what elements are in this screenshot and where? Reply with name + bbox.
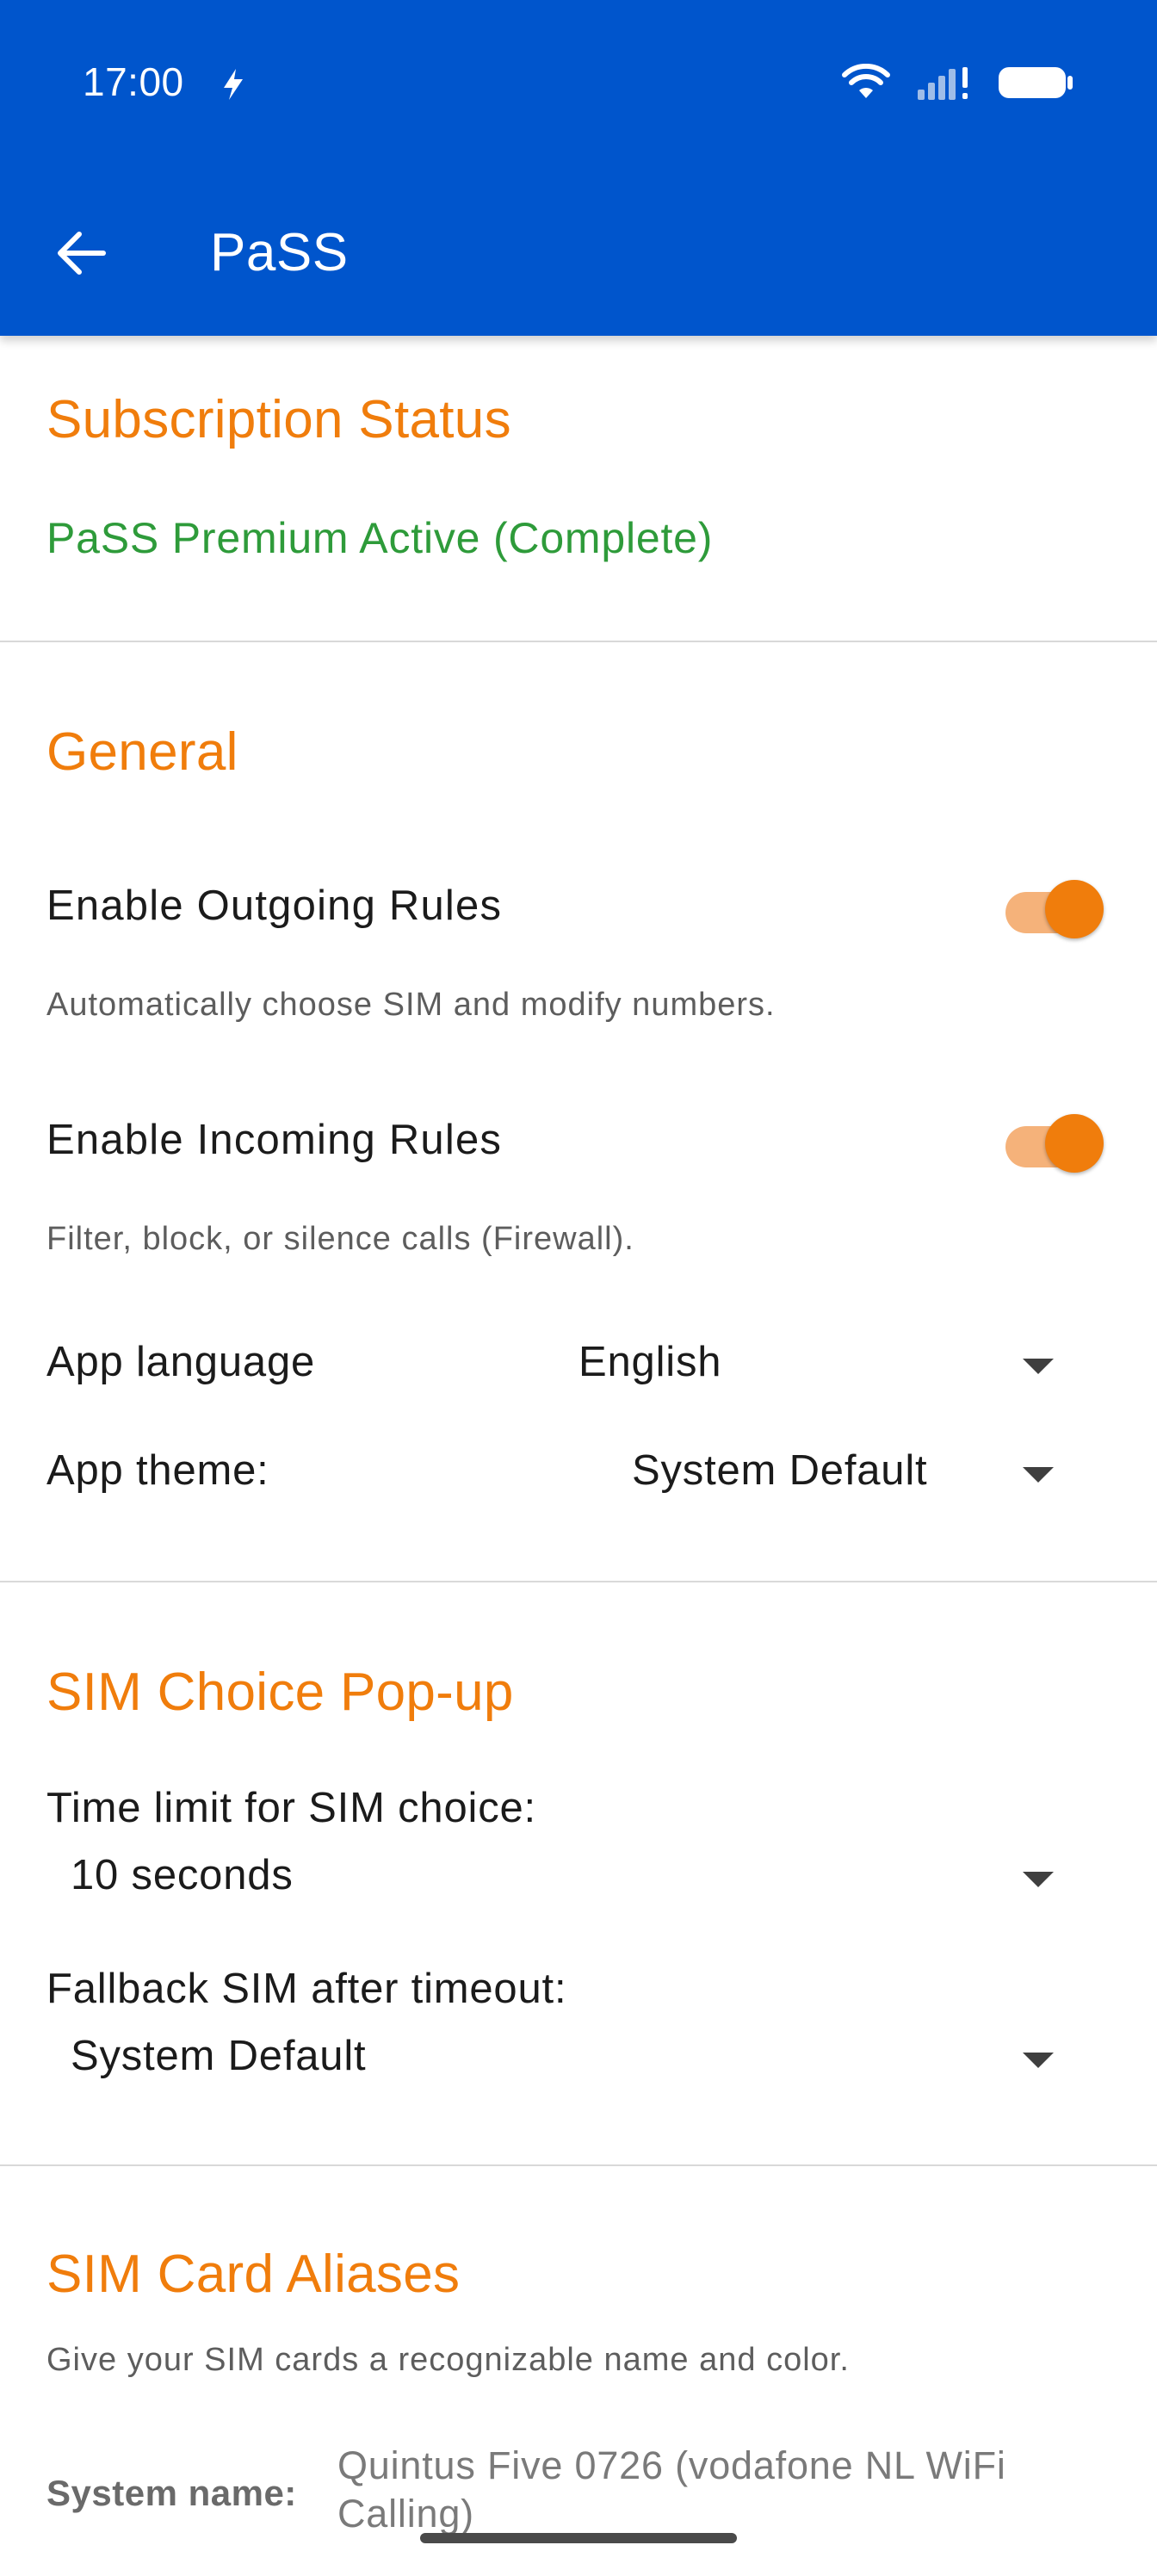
app-theme-label: App theme: — [46, 1447, 269, 1494]
chevron-down-icon[interactable] — [1023, 1467, 1054, 1483]
subscription-section-title: Subscription Status — [46, 390, 511, 449]
general-section-title: General — [46, 722, 238, 782]
system-name-label: System name: — [46, 2473, 297, 2513]
incoming-rules-description: Filter, block, or silence calls (Firewal… — [46, 1221, 634, 1257]
time-limit-select[interactable]: 10 seconds — [71, 1851, 294, 1899]
divider — [0, 641, 1157, 642]
toggle-thumb — [1045, 1114, 1104, 1173]
sim-popup-section-title: SIM Choice Pop-up — [46, 1663, 514, 1722]
app-language-select[interactable]: English — [578, 1338, 721, 1386]
status-time: 17:00 — [83, 59, 184, 104]
app-theme-select[interactable]: System Default — [632, 1446, 927, 1495]
signal-icon — [916, 64, 971, 106]
outgoing-rules-description: Automatically choose SIM and modify numb… — [46, 987, 776, 1023]
app-title: PaSS — [210, 223, 349, 282]
outgoing-rules-toggle[interactable] — [1002, 876, 1104, 938]
flash-icon — [220, 67, 246, 106]
subscription-status: PaSS Premium Active (Complete) — [46, 514, 714, 562]
sim-aliases-section-title: SIM Card Aliases — [46, 2245, 461, 2304]
outgoing-rules-label[interactable]: Enable Outgoing Rules — [46, 882, 502, 930]
wifi-icon — [842, 63, 890, 106]
toggle-thumb — [1045, 880, 1104, 938]
divider — [0, 2164, 1157, 2166]
home-indicator[interactable] — [420, 2533, 737, 2543]
chevron-down-icon[interactable] — [1023, 1359, 1054, 1374]
back-button[interactable] — [50, 222, 112, 284]
incoming-rules-toggle[interactable] — [1002, 1111, 1104, 1173]
app-language-label: App language — [46, 1339, 316, 1385]
app-header: 17:00 PaSS — [0, 0, 1157, 336]
fallback-sim-label: Fallback SIM after timeout: — [46, 1966, 567, 2012]
chevron-down-icon[interactable] — [1023, 2053, 1054, 2068]
battery-icon — [997, 64, 1074, 106]
divider — [0, 1581, 1157, 1582]
arrow-left-icon — [58, 232, 106, 275]
time-limit-label: Time limit for SIM choice: — [46, 1785, 536, 1831]
status-icons — [842, 63, 1074, 106]
system-name-value: Quintus Five 0726 (vodafone NL WiFi Call… — [337, 2443, 1006, 2536]
sim-aliases-description: Give your SIM cards a recognizable name … — [46, 2342, 850, 2378]
chevron-down-icon[interactable] — [1023, 1872, 1054, 1887]
fallback-sim-select[interactable]: System Default — [71, 2032, 366, 2080]
incoming-rules-label[interactable]: Enable Incoming Rules — [46, 1116, 502, 1164]
